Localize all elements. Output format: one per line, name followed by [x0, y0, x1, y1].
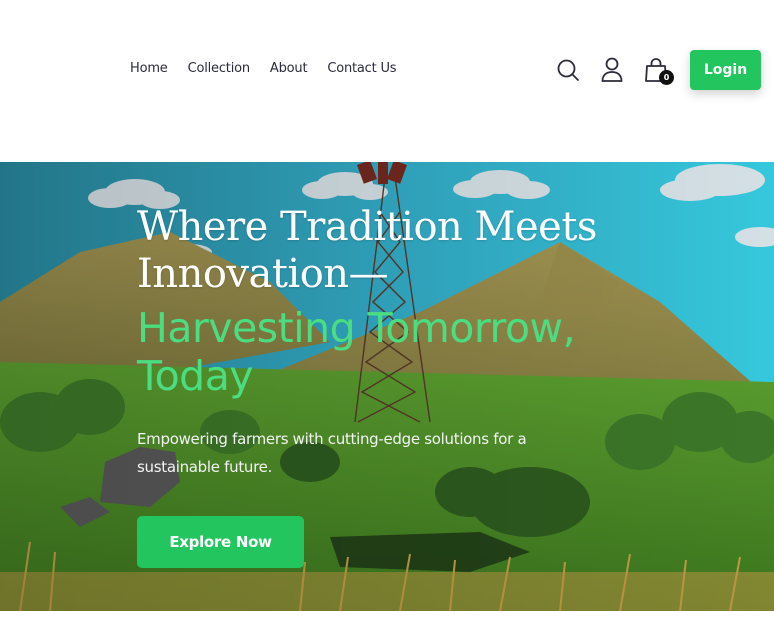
- site-header: Home Collection About Contact Us 0 Login: [0, 0, 774, 162]
- nav-link-home[interactable]: Home: [130, 61, 168, 76]
- hero-highlight-line-2: Today: [137, 352, 254, 400]
- nav-link-collection[interactable]: Collection: [188, 61, 251, 76]
- hero-content: Where Tradition Meets Innovation— Harves…: [137, 204, 657, 481]
- search-icon[interactable]: [555, 56, 581, 84]
- shopping-bag-icon[interactable]: 0: [643, 56, 674, 85]
- cart-count-badge: 0: [659, 70, 674, 85]
- user-icon[interactable]: [599, 56, 625, 84]
- nav-link-about[interactable]: About: [270, 61, 308, 76]
- header-icons: 0: [555, 56, 675, 86]
- hero-highlight-line-1: Harvesting Tomorrow,: [137, 304, 576, 352]
- hero-subtitle: Empowering farmers with cutting-edge sol…: [137, 430, 527, 476]
- explore-now-button[interactable]: Explore Now: [137, 516, 304, 568]
- hero-section: Where Tradition Meets Innovation— Harves…: [0, 162, 774, 611]
- hero-highlight: Harvesting Tomorrow, Today: [137, 304, 657, 400]
- hero-title-line-2: Innovation—: [137, 251, 389, 297]
- hero-title-line-1: Where Tradition Meets: [137, 204, 597, 250]
- hero-title: Where Tradition Meets Innovation—: [137, 204, 657, 298]
- login-button[interactable]: Login: [690, 50, 761, 90]
- nav-link-contact[interactable]: Contact Us: [327, 61, 396, 76]
- main-nav: Home Collection About Contact Us: [130, 61, 397, 76]
